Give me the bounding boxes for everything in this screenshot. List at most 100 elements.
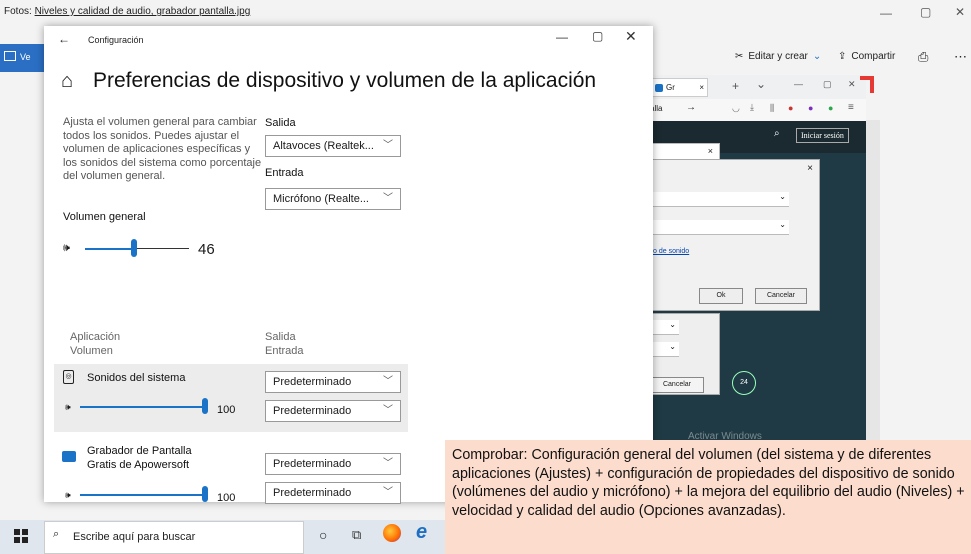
- system-sounds-icon: ◎: [63, 370, 74, 384]
- more-options-icon[interactable]: ⋯: [954, 49, 967, 65]
- photos-title: Fotos: Niveles y calidad de audio, graba…: [4, 6, 250, 17]
- browser-minimize-icon[interactable]: —: [794, 79, 803, 89]
- print-icon[interactable]: ⎙: [918, 49, 928, 65]
- sound-properties-dialog: × ⌄ ⌄ o de sonido Ok Cancelar: [648, 159, 820, 311]
- browser-address-bar[interactable]: alla → ◡ ⤓ ⫼ ● ● ● ≡: [648, 99, 866, 122]
- close-button[interactable]: ✕: [625, 28, 637, 45]
- share-label: Compartir: [851, 51, 896, 62]
- app-output-select[interactable]: Predeterminado ﹀: [265, 371, 401, 393]
- red-marker: [870, 79, 874, 93]
- photos-minimize-button[interactable]: —: [880, 6, 892, 20]
- home-icon: ⌂: [61, 70, 74, 92]
- share-icon: ⇪: [838, 51, 847, 62]
- apowersoft-recorder-icon: [62, 451, 76, 462]
- chevron-down-icon: ﹀: [383, 487, 393, 498]
- app-input-value: Predeterminado: [273, 405, 352, 417]
- browser-close-icon[interactable]: ✕: [848, 79, 856, 90]
- photos-title-filename: Niveles y calidad de audio, grabador pan…: [34, 6, 251, 17]
- master-volume-fill: [85, 248, 132, 250]
- scissors-icon: ✂: [735, 51, 744, 62]
- app-input-value: Predeterminado: [273, 487, 352, 499]
- app-volume-value: 100: [217, 404, 236, 416]
- menu-icon[interactable]: ≡: [848, 102, 854, 113]
- dialog-select[interactable]: ⌄: [649, 320, 679, 335]
- cancel-button-secondary[interactable]: Cancelar: [650, 377, 704, 393]
- login-button[interactable]: Iniciar sesión: [796, 128, 849, 143]
- site-badge: 24: [732, 371, 756, 395]
- red-marker: [860, 76, 874, 80]
- sound-settings-link[interactable]: o de sonido: [653, 248, 689, 255]
- back-arrow-icon[interactable]: ←: [58, 32, 70, 46]
- chevron-down-icon: ﹀: [383, 458, 393, 469]
- browser-tab[interactable]: Gr ×: [650, 78, 708, 97]
- share-button[interactable]: ⇪ Compartir: [838, 51, 895, 62]
- site-favicon-icon: [655, 83, 663, 92]
- edge-icon[interactable]: e: [416, 521, 427, 544]
- photos-close-button[interactable]: ✕: [955, 5, 965, 19]
- dialog-select[interactable]: ⌄: [649, 192, 789, 207]
- new-tab-button[interactable]: +: [732, 79, 739, 93]
- app-output-select[interactable]: Predeterminado ﹀: [265, 453, 401, 475]
- speaker-icon[interactable]: 🕪: [65, 490, 71, 501]
- edit-and-create-button[interactable]: ✂ Editar y crear ⌄: [735, 51, 821, 62]
- photos-title-prefix: Fotos:: [4, 6, 35, 17]
- extension-icon[interactable]: ●: [828, 103, 833, 113]
- app-name-screen-recorder-line2: Gratis de Apowersoft: [87, 459, 190, 471]
- input-device-value: Micrófono (Realte...: [273, 193, 369, 205]
- minimize-button[interactable]: —: [556, 30, 568, 44]
- app-volume-fill: [80, 406, 204, 408]
- tab-list-button[interactable]: ⌄: [756, 77, 766, 91]
- master-volume-track[interactable]: [134, 248, 189, 249]
- arrow-right-icon[interactable]: →: [686, 102, 696, 113]
- settings-window: ← Configuración — ▢ ✕ ⌂ Preferencias de …: [44, 26, 653, 504]
- ok-button[interactable]: Ok: [699, 288, 743, 304]
- app-output-value: Predeterminado: [273, 458, 352, 470]
- speaker-icon[interactable]: 🕪: [63, 242, 70, 255]
- extension-icon[interactable]: ●: [808, 103, 813, 113]
- close-icon[interactable]: ×: [807, 163, 813, 174]
- cortana-icon[interactable]: ○: [319, 527, 327, 543]
- app-volume-slider-screen-recorder[interactable]: [202, 486, 208, 502]
- browser-maximize-icon[interactable]: ▢: [823, 79, 832, 90]
- library-icon[interactable]: ⫼: [770, 103, 774, 114]
- browser-tab-label: Gr: [666, 83, 675, 92]
- app-input-select[interactable]: Predeterminado ﹀: [265, 400, 401, 422]
- extension-icon[interactable]: ●: [788, 103, 793, 113]
- dialog-select[interactable]: ⌄: [649, 342, 679, 357]
- output-device-select[interactable]: Altavoces (Realtek... ﹀: [265, 135, 401, 157]
- app-input-select[interactable]: Predeterminado ﹀: [265, 482, 401, 504]
- windows-start-icon[interactable]: [14, 529, 28, 543]
- maximize-button[interactable]: ▢: [592, 29, 603, 43]
- taskbar-search-box[interactable]: Escribe aquí para buscar: [44, 521, 304, 554]
- master-volume-slider[interactable]: [131, 239, 137, 257]
- column-header-output: Salida: [265, 331, 296, 343]
- close-icon[interactable]: ×: [708, 146, 713, 156]
- browser-tab-strip: Gr × + ⌄ — ▢ ✕: [648, 75, 866, 99]
- tab-close-icon[interactable]: ×: [699, 83, 704, 92]
- task-view-icon[interactable]: ⧉: [352, 527, 361, 543]
- app-volume-slider-system-sounds[interactable]: [202, 398, 208, 414]
- settings-window-title: Configuración: [88, 35, 144, 45]
- output-device-value: Altavoces (Realtek...: [273, 140, 374, 152]
- cancel-button[interactable]: Cancelar: [755, 288, 807, 304]
- download-icon[interactable]: ⤓: [750, 102, 754, 113]
- image-icon: [4, 51, 16, 61]
- output-device-label: Salida: [265, 117, 296, 129]
- speaker-icon[interactable]: 🕪: [65, 402, 71, 413]
- app-name-system-sounds: Sonidos del sistema: [87, 372, 186, 384]
- column-header-app: Aplicación: [70, 331, 121, 343]
- input-device-label: Entrada: [265, 167, 304, 179]
- site-search-icon[interactable]: ⌕: [774, 128, 780, 139]
- photos-view-button[interactable]: Ve: [0, 44, 46, 72]
- pocket-icon[interactable]: ◡: [732, 103, 740, 114]
- dialog-select[interactable]: ⌄: [649, 220, 789, 235]
- column-header-volume: Volumen: [70, 345, 113, 357]
- photos-maximize-button[interactable]: ▢: [920, 5, 931, 19]
- input-device-select[interactable]: Micrófono (Realte... ﹀: [265, 188, 401, 210]
- master-volume-label: Volumen general: [63, 211, 146, 223]
- annotation-note-text: Comprobar: Configuración general del vol…: [452, 447, 965, 519]
- app-name-screen-recorder: Grabador de Pantalla: [87, 445, 192, 457]
- chevron-down-icon: ﹀: [383, 140, 393, 151]
- firefox-icon[interactable]: [383, 524, 401, 542]
- chevron-down-icon: ﹀: [383, 193, 393, 204]
